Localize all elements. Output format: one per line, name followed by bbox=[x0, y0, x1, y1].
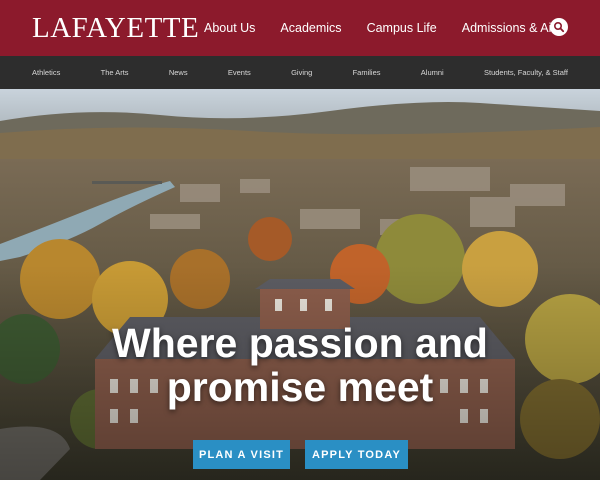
hero-headline: Where passion and promise meet bbox=[0, 321, 600, 409]
subnav-the-arts[interactable]: The Arts bbox=[101, 68, 129, 77]
nav-campus-life[interactable]: Campus Life bbox=[367, 21, 437, 35]
apply-today-button[interactable]: APPLY TODAY bbox=[305, 440, 408, 469]
subnav-athletics[interactable]: Athletics bbox=[32, 68, 60, 77]
subnav-alumni[interactable]: Alumni bbox=[421, 68, 444, 77]
subnav-news[interactable]: News bbox=[169, 68, 188, 77]
search-icon bbox=[553, 21, 565, 33]
plan-a-visit-button[interactable]: PLAN A VISIT bbox=[193, 440, 290, 469]
hero-section: Where passion and promise meet PLAN A VI… bbox=[0, 89, 600, 480]
subnav-families[interactable]: Families bbox=[353, 68, 381, 77]
nav-about-us[interactable]: About Us bbox=[204, 21, 255, 35]
subnav-giving[interactable]: Giving bbox=[291, 68, 312, 77]
headline-line-1: Where passion and bbox=[112, 320, 488, 366]
subnav-events[interactable]: Events bbox=[228, 68, 251, 77]
search-button[interactable] bbox=[550, 18, 568, 36]
secondary-nav: Athletics The Arts News Events Giving Fa… bbox=[0, 56, 600, 89]
lafayette-logo[interactable]: LAFAYETTE bbox=[32, 12, 199, 44]
campus-aerial-photo bbox=[0, 89, 600, 480]
main-nav: About Us Academics Campus Life Admission… bbox=[204, 0, 583, 56]
site-header: LAFAYETTE About Us Academics Campus Life… bbox=[0, 0, 600, 56]
nav-admissions-aid[interactable]: Admissions & Aid bbox=[462, 21, 559, 35]
headline-line-2: promise meet bbox=[166, 364, 434, 410]
subnav-students-faculty-staff[interactable]: Students, Faculty, & Staff bbox=[484, 68, 568, 77]
nav-academics[interactable]: Academics bbox=[280, 21, 341, 35]
